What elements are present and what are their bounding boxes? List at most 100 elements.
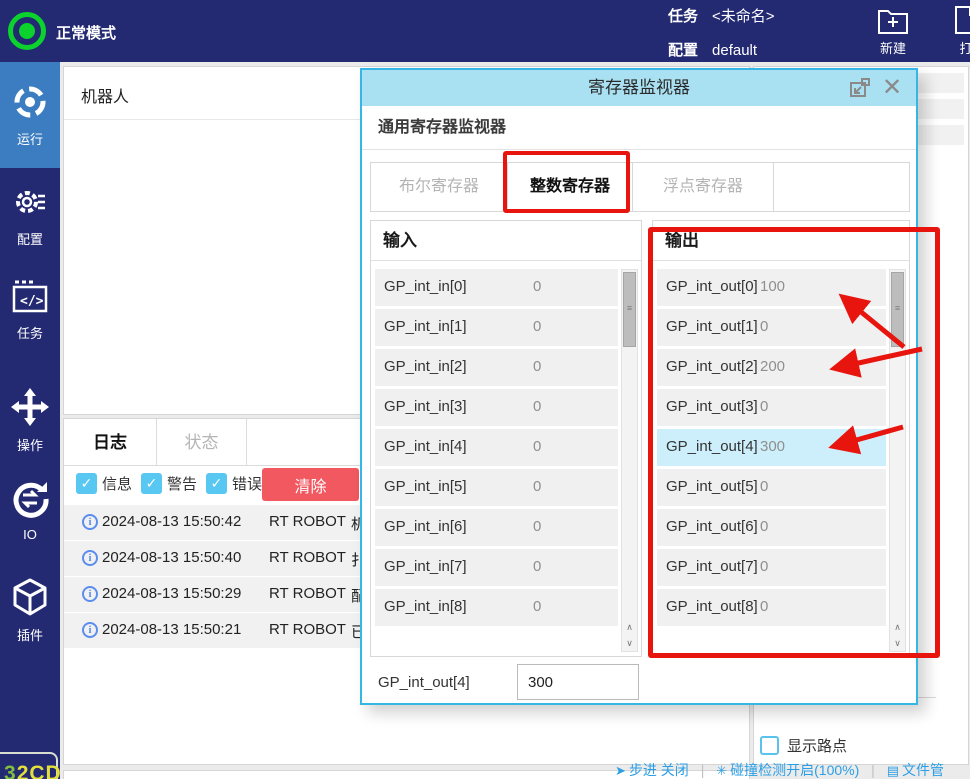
- filter-error-checkbox[interactable]: ✓ 错误: [206, 473, 262, 494]
- scrollbar-thumb[interactable]: ≡: [891, 272, 904, 347]
- sidebar-item-io[interactable]: IO: [0, 480, 60, 555]
- tab-status[interactable]: 状态: [157, 419, 247, 466]
- show-waypoints-checkbox[interactable]: 显示路点: [760, 735, 847, 756]
- register-name: GP_int_in[1]: [384, 318, 467, 335]
- checkbox-checked-icon[interactable]: ✓: [206, 473, 227, 494]
- register-row[interactable]: GP_int_in[7] 0: [375, 549, 618, 586]
- register-row[interactable]: GP_int_in[0] 0: [375, 269, 618, 306]
- sidebar-item-label: 插件: [0, 625, 60, 644]
- sidebar-item-task[interactable]: </> 任务: [0, 280, 60, 355]
- register-row[interactable]: GP_int_out[6] 0: [657, 509, 886, 546]
- register-row[interactable]: GP_int_out[7] 0: [657, 549, 886, 586]
- register-row[interactable]: GP_int_in[5] 0: [375, 469, 618, 506]
- collision-detection-link[interactable]: ✳碰撞检测开启(100%): [716, 762, 859, 778]
- register-row[interactable]: GP_int_out[8] 0: [657, 589, 886, 626]
- register-value: 0: [760, 518, 768, 535]
- file-manager-link[interactable]: ▤文件管: [887, 762, 944, 778]
- tab-float-register[interactable]: 浮点寄存器: [633, 163, 774, 211]
- checkbox-checked-icon[interactable]: ✓: [76, 473, 97, 494]
- restore-window-icon[interactable]: [848, 77, 872, 101]
- tab-bool-register[interactable]: 布尔寄存器: [371, 163, 508, 211]
- info-icon: i: [82, 586, 98, 602]
- output-register-section: 输出 GP_int_out[0] 100 GP_int_out[1] 0 GP_…: [652, 220, 910, 657]
- register-editor-row: GP_int_out[4]: [362, 662, 916, 706]
- register-value: 0: [533, 518, 541, 535]
- tab-log[interactable]: 日志: [64, 419, 157, 466]
- mode-label: 正常模式: [56, 22, 116, 43]
- register-row[interactable]: GP_int_in[4] 0: [375, 429, 618, 466]
- filter-warning-checkbox[interactable]: ✓ 警告: [141, 473, 197, 494]
- target-icon: [12, 84, 48, 120]
- clear-log-button[interactable]: 清除: [262, 468, 359, 501]
- output-scrollbar[interactable]: ≡ ∧ ∨: [889, 269, 906, 652]
- open-task-button[interactable]: 打: [946, 5, 970, 57]
- register-row[interactable]: GP_int_in[2] 0: [375, 349, 618, 386]
- sidebar-item-plugin[interactable]: 插件: [0, 578, 60, 653]
- status-link-bar: ➤步进 关闭 | ✳碰撞检测开启(100%) | ▤文件管: [615, 760, 944, 779]
- scrollbar-thumb[interactable]: ≡: [623, 272, 636, 347]
- folder-plus-icon: [877, 5, 909, 35]
- register-row[interactable]: GP_int_in[1] 0: [375, 309, 618, 346]
- sidebar-item-config[interactable]: 配置: [0, 184, 60, 259]
- log-source: RT ROBOT: [269, 585, 346, 602]
- register-value: 0: [533, 558, 541, 575]
- log-timestamp: 2024-08-13 15:50:29: [102, 585, 241, 602]
- sidebar-item-label: 运行: [0, 129, 60, 148]
- register-row[interactable]: GP_int_out[4] 300: [657, 429, 886, 466]
- task-indicator: 任务<未命名>: [668, 5, 775, 26]
- checkbox-unchecked-icon[interactable]: [760, 736, 779, 755]
- scroll-up-icon[interactable]: ∧: [622, 619, 637, 635]
- config-name: default: [712, 42, 757, 59]
- register-name: GP_int_out[8]: [666, 598, 758, 615]
- register-row[interactable]: GP_int_out[2] 200: [657, 349, 886, 386]
- register-row[interactable]: GP_int_in[6] 0: [375, 509, 618, 546]
- register-name: GP_int_out[0]: [666, 278, 758, 295]
- sidebar-item-run[interactable]: 运行: [0, 62, 60, 168]
- scroll-up-icon[interactable]: ∧: [890, 619, 905, 635]
- register-value-input[interactable]: [517, 664, 639, 700]
- cube-icon: [11, 578, 49, 616]
- register-type-tabs: 布尔寄存器 整数寄存器 浮点寄存器: [370, 162, 910, 212]
- scroll-down-icon[interactable]: ∨: [890, 635, 905, 651]
- register-value: 0: [533, 358, 541, 375]
- register-row[interactable]: GP_int_out[5] 0: [657, 469, 886, 506]
- register-value: 0: [533, 278, 541, 295]
- checkbox-checked-icon[interactable]: ✓: [141, 473, 162, 494]
- register-name: GP_int_in[6]: [384, 518, 467, 535]
- input-section-title: 输入: [371, 221, 641, 261]
- dialog-subtitle: 通用寄存器监视器: [362, 106, 916, 150]
- register-name: GP_int_in[4]: [384, 438, 467, 455]
- filter-info-checkbox[interactable]: ✓ 信息: [76, 473, 132, 494]
- input-scrollbar[interactable]: ≡ ∧ ∨: [621, 269, 638, 652]
- register-row[interactable]: GP_int_out[0] 100: [657, 269, 886, 306]
- open-task-label: 打: [946, 38, 970, 57]
- new-task-button[interactable]: 新建: [871, 5, 915, 57]
- collision-icon: ✳: [716, 763, 727, 778]
- register-name: GP_int_out[7]: [666, 558, 758, 575]
- register-value: 0: [760, 318, 768, 335]
- dialog-titlebar[interactable]: 寄存器监视器 ✕: [362, 70, 916, 106]
- register-row[interactable]: GP_int_out[1] 0: [657, 309, 886, 346]
- register-value: 0: [533, 478, 541, 495]
- register-name: GP_int_out[2]: [666, 358, 758, 375]
- sidebar-item-label: 操作: [0, 435, 60, 454]
- register-value: 0: [533, 398, 541, 415]
- register-row[interactable]: GP_int_in[8] 0: [375, 589, 618, 626]
- step-mode-link[interactable]: ➤步进 关闭: [615, 762, 689, 778]
- document-icon: [950, 5, 970, 35]
- step-icon: ➤: [615, 763, 626, 778]
- status-led-icon: [8, 12, 46, 50]
- register-row[interactable]: GP_int_out[3] 0: [657, 389, 886, 426]
- register-name: GP_int_in[5]: [384, 478, 467, 495]
- scroll-down-icon[interactable]: ∨: [622, 635, 637, 651]
- nav-sidebar: 运行 配置 </> 任务 操作: [0, 62, 60, 779]
- register-name: GP_int_out[3]: [666, 398, 758, 415]
- register-row[interactable]: GP_int_in[3] 0: [375, 389, 618, 426]
- sidebar-item-operate[interactable]: 操作: [0, 388, 60, 463]
- register-value: 0: [533, 598, 541, 615]
- log-timestamp: 2024-08-13 15:50:40: [102, 549, 241, 566]
- register-value: 0: [760, 598, 768, 615]
- tab-int-register[interactable]: 整数寄存器: [508, 163, 633, 211]
- register-monitor-dialog: 寄存器监视器 ✕ 通用寄存器监视器 布尔寄存器 整数寄存器 浮点寄存器 输入 G…: [360, 68, 918, 705]
- close-icon[interactable]: ✕: [880, 77, 904, 101]
